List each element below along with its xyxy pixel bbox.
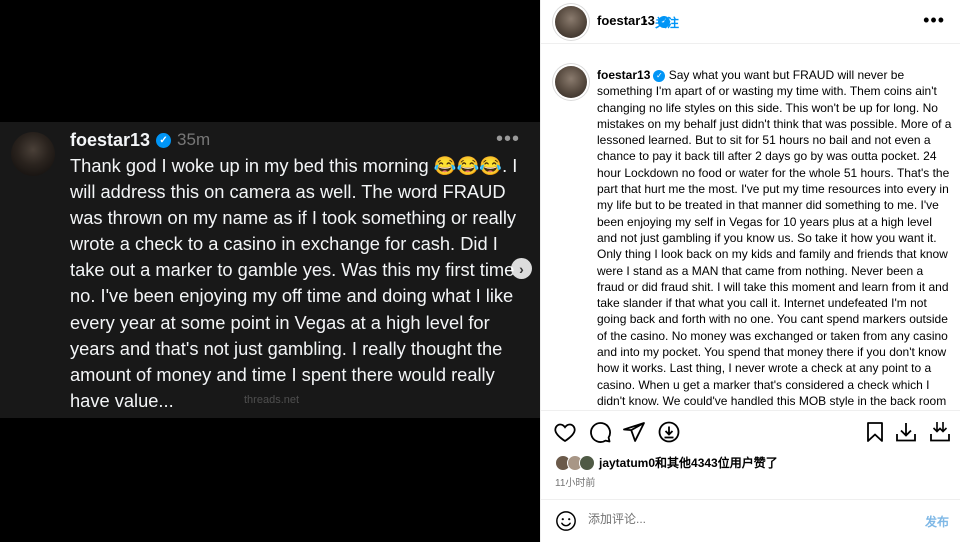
thread-header: foestar13 ✓ 35m xyxy=(70,128,210,152)
caption-avatar[interactable] xyxy=(555,66,587,98)
comment-input[interactable] xyxy=(588,512,888,526)
likes-count[interactable]: jaytatum0和其他4343位用户赞了 xyxy=(599,454,778,471)
likes-row: jaytatum0和其他4343位用户赞了 xyxy=(555,454,778,471)
caption: foestar13 ✓ Say what you want but FRAUD w… xyxy=(597,67,953,407)
post-comment-button[interactable]: 发布 xyxy=(925,513,949,530)
chevron-right-icon[interactable]: › xyxy=(511,258,532,279)
thread-text: Thank god I woke up in my bed this morni… xyxy=(70,155,518,411)
share-icon[interactable] xyxy=(622,420,646,444)
separator-dot: • xyxy=(643,14,648,28)
threads-post-screenshot: foestar13 ✓ 35m ••• Thank god I woke up … xyxy=(0,122,540,418)
remix-icon[interactable] xyxy=(657,420,681,444)
verified-icon: ✓ xyxy=(156,132,172,148)
post-header: foestar13 ✓ • 关注 ••• xyxy=(541,0,960,44)
caption-text: Say what you want but FRAUD will never b… xyxy=(597,68,952,407)
follow-button[interactable]: 关注 xyxy=(655,14,679,31)
download-icon[interactable] xyxy=(894,420,918,444)
action-bar xyxy=(541,410,960,450)
thread-username: foestar13 xyxy=(70,129,151,150)
post-time[interactable]: 11小时前 xyxy=(555,474,595,489)
verified-icon: ✓ xyxy=(653,69,666,82)
more-icon: ••• xyxy=(495,128,520,150)
avatar[interactable] xyxy=(579,454,595,471)
more-options-icon[interactable]: ••• xyxy=(923,10,945,31)
caption-username[interactable]: foestar13 xyxy=(597,68,650,82)
heart-icon[interactable] xyxy=(553,420,577,444)
emoji-icon[interactable] xyxy=(555,510,577,532)
avatar xyxy=(11,132,55,176)
bookmark-icon[interactable] xyxy=(863,420,887,444)
comment-icon[interactable] xyxy=(588,420,612,444)
watermark: threads.net xyxy=(244,394,300,406)
media-viewer: foestar13 ✓ 35m ••• Thank god I woke up … xyxy=(0,0,540,542)
download-all-icon[interactable] xyxy=(928,420,952,444)
comment-bar: 发布 xyxy=(541,499,960,542)
avatar[interactable] xyxy=(555,6,587,38)
thread-time: 35m xyxy=(177,130,211,149)
post-panel: foestar13 ✓ • 关注 ••• foestar13 ✓ Say what … xyxy=(540,0,960,542)
